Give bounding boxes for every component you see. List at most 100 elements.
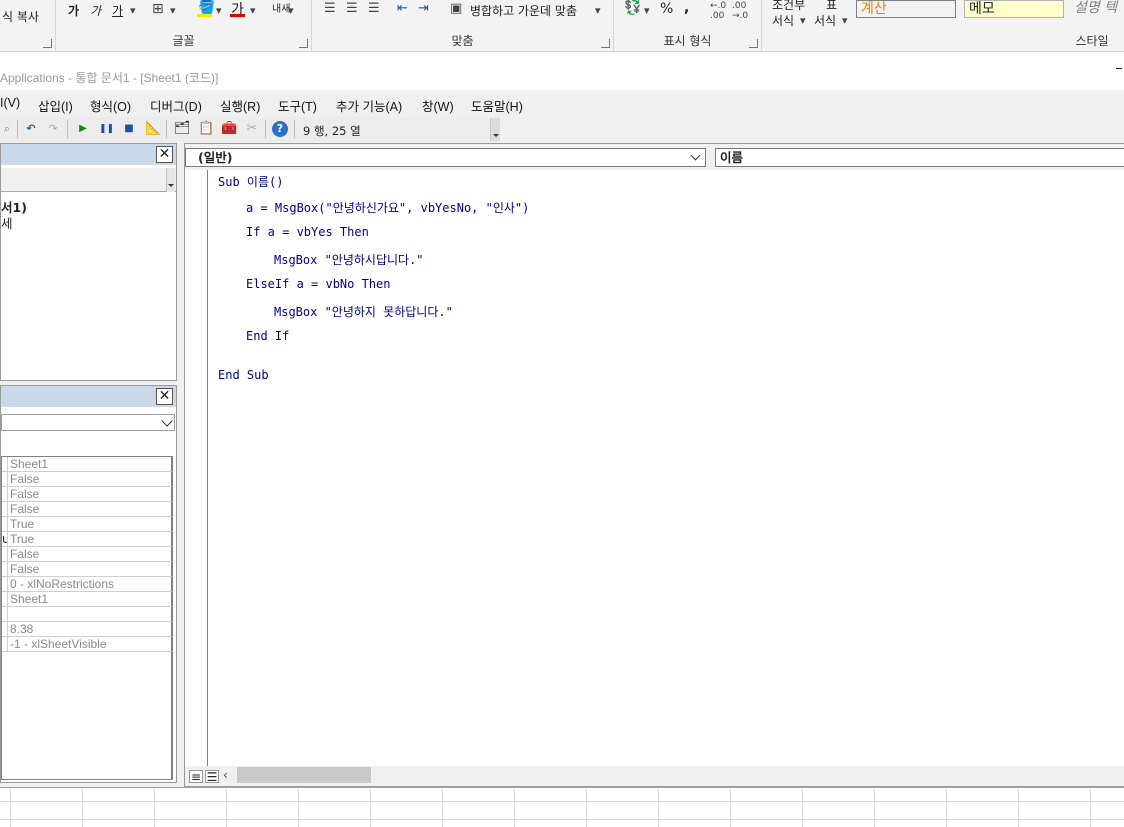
align-right-icon[interactable]: ☰: [368, 1, 380, 16]
code-editor[interactable]: Sub 이름() a = MsgBox("안녕하신가요", vbYesNo, "…: [185, 170, 1124, 766]
format-table-button[interactable]: 서식: [814, 12, 836, 29]
run-icon[interactable]: ▶: [76, 122, 90, 136]
code-line[interactable]: ElseIf a = vbNo Then: [246, 277, 391, 291]
style-note-cell[interactable]: 메모: [964, 0, 1064, 18]
object-browser-icon[interactable]: 🧰: [221, 122, 237, 136]
property-value[interactable]: False: [10, 472, 39, 486]
dropdown-arrow-icon[interactable]: ▾: [250, 4, 256, 17]
scroll-left-icon[interactable]: ‹: [223, 768, 228, 782]
border-icon[interactable]: ⊞: [152, 1, 164, 17]
property-row[interactable]: False: [2, 502, 172, 517]
bold-button[interactable]: 가: [68, 2, 79, 19]
menu-debug[interactable]: 디버그(D): [150, 96, 202, 115]
object-dropdown[interactable]: (일반): [185, 148, 706, 167]
property-row[interactable]: False: [2, 547, 172, 562]
procedure-dropdown[interactable]: 이름: [715, 148, 1124, 167]
property-value[interactable]: False: [10, 562, 39, 576]
property-value[interactable]: False: [10, 487, 39, 501]
minimize-icon[interactable]: [1116, 68, 1122, 69]
menu-insert[interactable]: 삽입(I): [38, 96, 73, 115]
property-row[interactable]: uTrue: [2, 532, 172, 547]
toolbox-icon[interactable]: ✂: [245, 122, 259, 136]
dropdown-arrow-icon[interactable]: ▾: [842, 14, 848, 27]
margin-indicator-bar[interactable]: [185, 170, 208, 766]
object-selector-dropdown[interactable]: [1, 414, 175, 431]
code-line[interactable]: MsgBox "안녕하지 못하답니다.": [274, 303, 453, 320]
merge-center-button[interactable]: 병합하고 가운데 맞춤: [470, 2, 577, 19]
code-line[interactable]: MsgBox "안녕하시답니다.": [274, 251, 424, 268]
dropdown-arrow-icon[interactable]: ▾: [130, 4, 136, 17]
toolbar-options-icon[interactable]: [166, 168, 175, 192]
menu-view[interactable]: I(V): [0, 96, 20, 110]
italic-button[interactable]: 가: [90, 2, 101, 19]
property-value[interactable]: False: [10, 502, 39, 516]
redo-icon[interactable]: ↷: [46, 122, 60, 136]
find-icon[interactable]: ⌕: [0, 122, 14, 136]
menu-help[interactable]: 도움말(H): [471, 96, 523, 115]
procedure-view-icon[interactable]: ≡: [189, 770, 203, 783]
decrease-indent-icon[interactable]: ⇤: [397, 1, 408, 16]
project-tree-item[interactable]: 세: [1, 213, 13, 232]
property-row[interactable]: 0 - xlNoRestrictions: [2, 577, 172, 592]
code-line[interactable]: If a = vbYes Then: [246, 225, 369, 239]
underline-button[interactable]: 가: [112, 2, 123, 19]
property-value[interactable]: -1 - xlSheetVisible: [10, 637, 107, 651]
property-row[interactable]: False: [2, 472, 172, 487]
conditional-format-button[interactable]: 서식: [772, 12, 794, 29]
property-row[interactable]: -1 - xlSheetVisible: [2, 637, 172, 652]
close-icon[interactable]: ✕: [156, 146, 173, 163]
properties-window-icon[interactable]: 📋: [198, 122, 214, 136]
menu-window[interactable]: 창(W): [422, 96, 454, 115]
menu-tools[interactable]: 도구(T): [278, 96, 317, 115]
toolbar-options-icon[interactable]: [490, 118, 500, 141]
merge-icon[interactable]: ▣: [450, 1, 462, 16]
increase-decimal-icon[interactable]: ←.0.00: [710, 1, 726, 21]
alignment-launcher-icon[interactable]: [601, 39, 610, 48]
dropdown-arrow-icon[interactable]: ▾: [595, 4, 601, 17]
menu-run[interactable]: 실행(R): [220, 96, 260, 115]
horizontal-scrollbar-thumb[interactable]: [237, 767, 371, 783]
property-row[interactable]: Sheet1: [2, 457, 172, 472]
code-line[interactable]: End Sub: [218, 368, 269, 382]
align-left-icon[interactable]: ☰: [324, 1, 336, 16]
style-calculation-cell[interactable]: 계산: [856, 0, 956, 18]
property-value[interactable]: 8.38: [10, 622, 33, 636]
help-icon[interactable]: ?: [272, 121, 288, 137]
property-row[interactable]: 8.38: [2, 622, 172, 637]
menu-format[interactable]: 형식(O): [90, 96, 131, 115]
clipboard-launcher-icon[interactable]: [43, 39, 52, 48]
property-value[interactable]: Sheet1: [10, 592, 48, 606]
dropdown-arrow-icon[interactable]: ▾: [216, 4, 222, 17]
accounting-format-icon[interactable]: 💱: [624, 0, 641, 16]
dropdown-arrow-icon[interactable]: ▾: [170, 4, 176, 17]
menu-addins[interactable]: 추가 기능(A): [336, 96, 402, 115]
property-row[interactable]: True: [2, 517, 172, 532]
dropdown-arrow-icon[interactable]: ▾: [288, 4, 294, 17]
stop-icon[interactable]: ■: [122, 122, 136, 136]
format-painter-button[interactable]: 식 복사: [2, 8, 39, 25]
property-value[interactable]: Sheet1: [10, 457, 48, 471]
design-mode-icon[interactable]: 📐: [145, 122, 161, 136]
project-explorer-icon[interactable]: 🗂: [174, 122, 191, 136]
worksheet-grid[interactable]: [0, 789, 1124, 827]
full-module-view-icon[interactable]: ☰: [205, 770, 219, 783]
decrease-decimal-icon[interactable]: .00 →.0: [732, 1, 748, 21]
undo-icon[interactable]: ↶: [24, 122, 38, 136]
close-icon[interactable]: ✕: [156, 388, 173, 405]
property-value[interactable]: True: [10, 532, 34, 546]
property-row[interactable]: False: [2, 487, 172, 502]
property-row[interactable]: False: [2, 562, 172, 577]
property-row[interactable]: Sheet1: [2, 592, 172, 607]
code-line[interactable]: Sub 이름(): [218, 173, 283, 190]
code-line[interactable]: End If: [246, 329, 289, 343]
comma-button[interactable]: ,: [684, 0, 689, 16]
number-launcher-icon[interactable]: [749, 39, 758, 48]
property-row[interactable]: [2, 607, 172, 622]
percent-button[interactable]: %: [660, 1, 673, 17]
dropdown-arrow-icon[interactable]: ▾: [800, 14, 806, 27]
pause-icon[interactable]: ❚❚: [99, 122, 114, 136]
align-center-icon[interactable]: ☰: [346, 1, 358, 16]
increase-indent-icon[interactable]: ⇥: [418, 1, 429, 16]
property-value[interactable]: True: [10, 517, 34, 531]
code-line[interactable]: a = MsgBox("안녕하신가요", vbYesNo, "인사"): [246, 199, 529, 216]
